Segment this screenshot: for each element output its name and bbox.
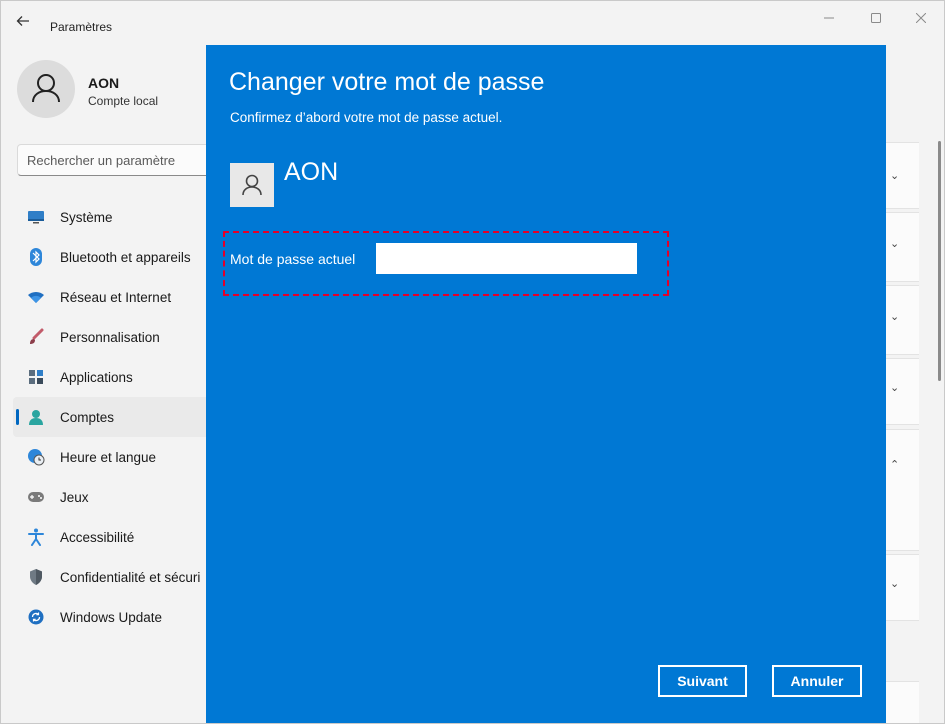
sidebar-item-accessibilite[interactable]: Accessibilité xyxy=(13,517,213,557)
gamepad-icon xyxy=(27,488,45,506)
minimize-button[interactable] xyxy=(814,9,844,29)
sidebar-item-reseau[interactable]: Réseau et Internet xyxy=(13,277,213,317)
cancel-button[interactable]: Annuler xyxy=(772,665,862,697)
change-password-dialog: Changer votre mot de passe Confirmez d’a… xyxy=(206,45,886,723)
settings-card[interactable]: ⌄ xyxy=(881,554,919,621)
sidebar-item-windows-update[interactable]: Windows Update xyxy=(13,597,213,637)
title-bar: Paramètres xyxy=(1,1,944,45)
app-title: Paramètres xyxy=(50,20,113,34)
sidebar-item-applications[interactable]: Applications xyxy=(13,357,213,397)
scrollbar[interactable] xyxy=(938,141,941,381)
sidebar-item-heure-langue[interactable]: Heure et langue xyxy=(13,437,213,477)
close-button[interactable] xyxy=(906,9,936,29)
back-button[interactable] xyxy=(11,13,35,35)
brush-icon xyxy=(27,328,45,346)
apps-icon xyxy=(27,368,45,386)
sidebar-item-personnalisation[interactable]: Personnalisation xyxy=(13,317,213,357)
sidebar-item-label: Réseau et Internet xyxy=(60,289,172,305)
password-label: Mot de passe actuel xyxy=(230,251,356,267)
settings-card[interactable]: ⌄ xyxy=(881,142,919,209)
sidebar-item-label: Heure et langue xyxy=(60,449,157,465)
settings-window: Paramètres AON Compte local Système Blue… xyxy=(0,0,945,724)
sidebar-item-label: Personnalisation xyxy=(60,329,160,345)
globe-clock-icon xyxy=(27,448,45,466)
chevron-down-icon: ⌄ xyxy=(890,578,900,590)
chevron-up-icon: ⌃ xyxy=(890,459,900,471)
settings-card[interactable]: ⌄ xyxy=(881,285,919,355)
sidebar-item-label: Bluetooth et appareils xyxy=(60,249,191,265)
person-icon xyxy=(27,408,45,426)
sidebar-item-label: Applications xyxy=(60,369,133,385)
shield-icon xyxy=(27,568,45,586)
avatar[interactable] xyxy=(17,60,75,118)
accessibility-icon xyxy=(27,528,45,546)
next-button[interactable]: Suivant xyxy=(658,665,747,697)
settings-card[interactable]: ⌄ xyxy=(881,212,919,282)
chevron-down-icon: ⌄ xyxy=(890,238,900,250)
person-icon xyxy=(242,174,262,196)
chevron-down-icon: ⌄ xyxy=(890,382,900,394)
sidebar-item-label: Comptes xyxy=(60,409,115,425)
wifi-icon xyxy=(27,288,45,306)
profile-account-type: Compte local xyxy=(88,94,159,108)
current-password-field[interactable] xyxy=(376,243,637,274)
sidebar-item-label: Windows Update xyxy=(60,609,163,625)
update-icon xyxy=(27,608,45,626)
minimize-icon xyxy=(824,17,834,19)
chevron-down-icon: ⌄ xyxy=(890,170,900,182)
close-icon xyxy=(915,12,927,24)
person-icon xyxy=(32,74,60,103)
sidebar-item-systeme[interactable]: Système xyxy=(13,197,213,237)
sidebar-item-label: Système xyxy=(60,209,113,225)
sidebar-item-confidentialite[interactable]: Confidentialité et sécuri xyxy=(13,557,213,597)
sidebar-item-jeux[interactable]: Jeux xyxy=(13,477,213,517)
settings-card[interactable]: ⌄ xyxy=(881,358,919,425)
search-input[interactable] xyxy=(18,145,226,175)
maximize-button[interactable] xyxy=(861,9,891,29)
dialog-subtitle: Confirmez d’abord votre mot de passe act… xyxy=(230,110,503,125)
sidebar-item-comptes[interactable]: Comptes xyxy=(13,397,213,437)
chevron-down-icon: ⌄ xyxy=(890,311,900,323)
sidebar-nav: Système Bluetooth et appareils Réseau et… xyxy=(13,197,213,637)
monitor-icon xyxy=(27,208,45,226)
arrow-left-icon xyxy=(16,16,29,26)
settings-card[interactable] xyxy=(881,681,919,723)
sidebar-item-label: Confidentialité et sécuri xyxy=(60,569,201,585)
search-box[interactable] xyxy=(17,144,227,176)
maximize-icon xyxy=(871,13,881,23)
dialog-title: Changer votre mot de passe xyxy=(229,68,545,96)
sidebar-item-label: Accessibilité xyxy=(60,529,135,545)
bluetooth-icon xyxy=(27,248,45,266)
profile-name: AON xyxy=(88,75,120,91)
settings-card[interactable]: ⌃ xyxy=(881,429,919,551)
sidebar-item-label: Jeux xyxy=(60,489,89,505)
dialog-user-name: AON xyxy=(284,158,339,186)
sidebar-item-bluetooth[interactable]: Bluetooth et appareils xyxy=(13,237,213,277)
user-avatar xyxy=(230,163,274,207)
